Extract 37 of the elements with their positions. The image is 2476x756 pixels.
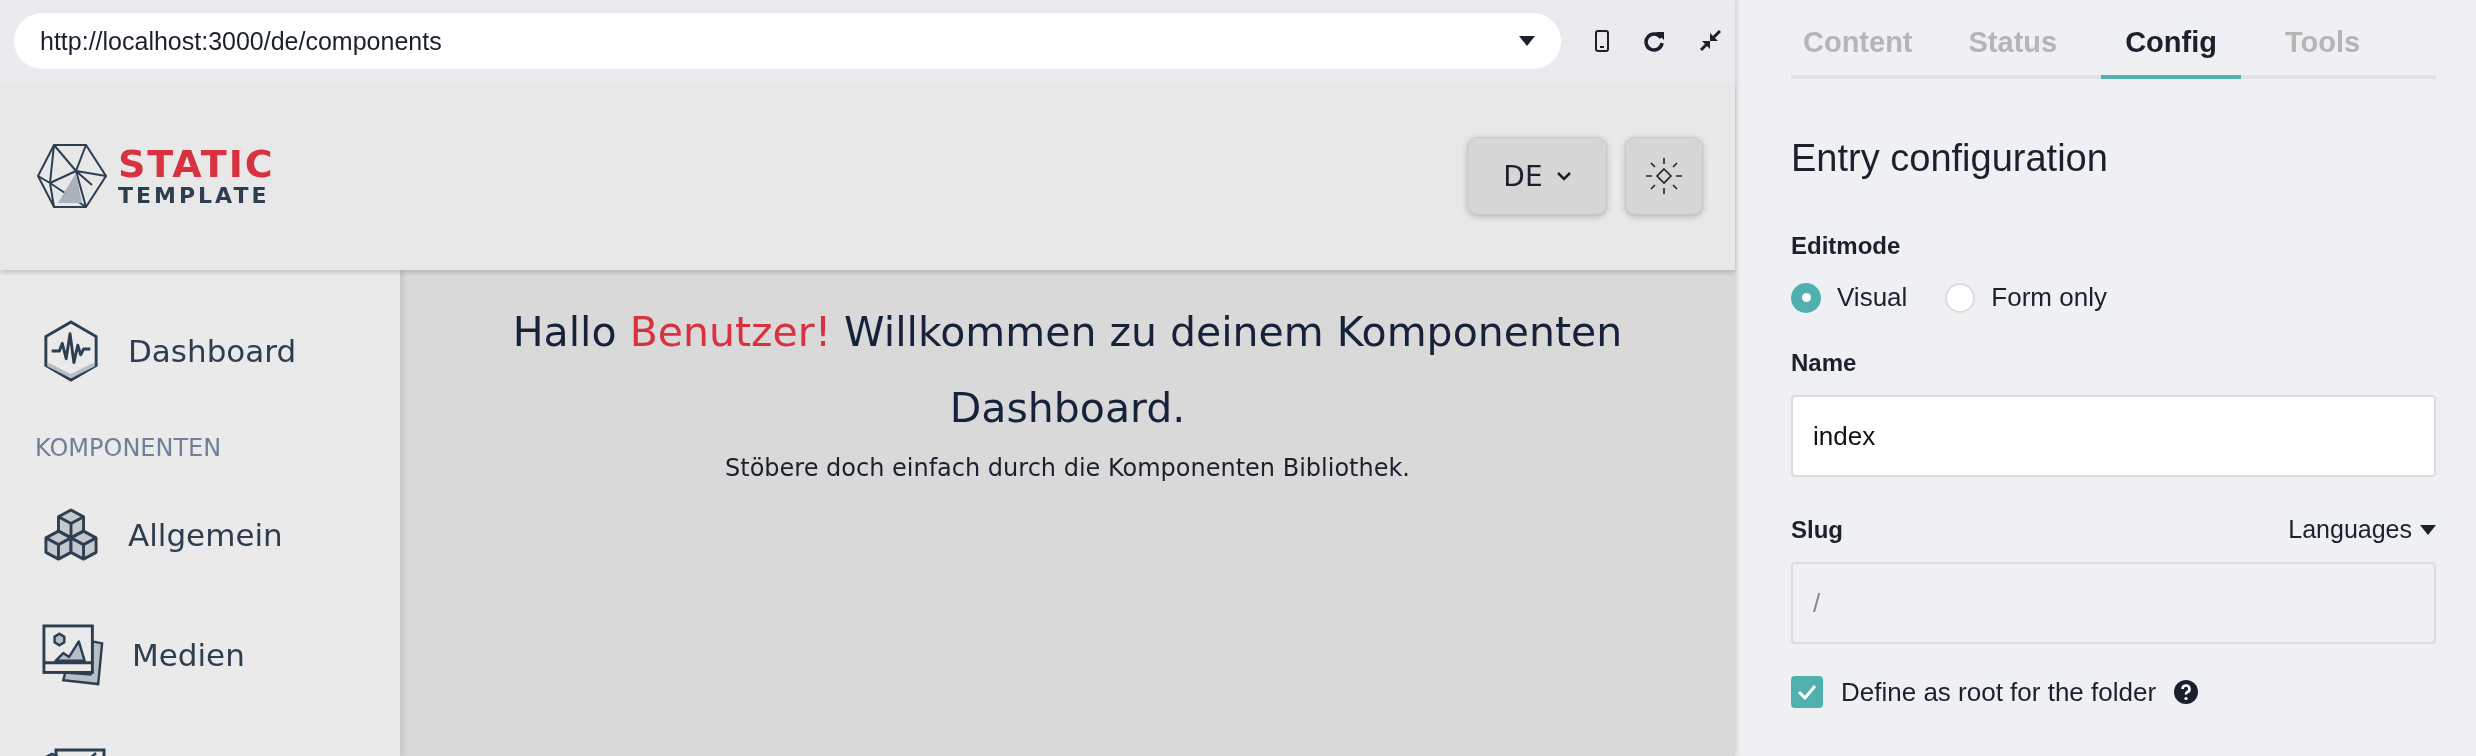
welcome-heading: Hallo Benutzer! Willkommen zu deinem Komponenten Dashboard.	[511, 307, 1624, 434]
panel-title: Entry configuration	[1791, 137, 2109, 180]
check-icon	[1797, 684, 1817, 700]
radio-label: Form only	[1991, 282, 2107, 313]
theme-button[interactable]	[1625, 137, 1703, 215]
field-label: Slug	[1791, 515, 1843, 544]
tab[interactable]: Config	[2101, 26, 2241, 79]
checkbox[interactable]	[1791, 676, 1823, 708]
radio-label: Visual	[1837, 282, 1908, 313]
sidebar-item[interactable]: Allgemein	[128, 517, 283, 553]
help-icon[interactable]	[2174, 680, 2199, 704]
language-button[interactable]: DE	[1467, 137, 1607, 215]
phone-icon[interactable]	[1595, 30, 1609, 52]
cubes-icon	[42, 508, 100, 562]
url-field[interactable]: http://localhost:3000/de/components	[14, 13, 1561, 69]
checkbox-label: Define as root for the folder	[1841, 676, 2157, 708]
slug-field[interactable]: /	[1791, 562, 2436, 644]
dropdown-icon	[1519, 36, 1535, 46]
name-field[interactable]: index	[1791, 395, 2436, 477]
logo-subtitle: TEMPLATE	[118, 185, 271, 207]
welcome-text: Stöbere doch einfach durch die Komponenten Bibliothek.	[724, 454, 1411, 482]
chevron-icon	[1556, 171, 1571, 181]
sidebar-item[interactable]: Medien	[132, 637, 245, 673]
collapse-icon[interactable]	[1699, 30, 1721, 52]
image-icon	[42, 624, 104, 686]
reload-icon[interactable]	[1643, 30, 1665, 52]
pulse-icon	[42, 320, 100, 382]
section-heading: KOMPONENTEN	[34, 434, 223, 462]
logo-icon	[36, 143, 108, 209]
sun-icon	[1644, 156, 1684, 196]
radio-button[interactable]	[1791, 282, 1821, 313]
caret-icon	[2420, 524, 2436, 535]
languages-dropdown[interactable]: Languages	[2288, 515, 2436, 544]
field-label: Name	[1791, 349, 1858, 377]
field-label: Editmode	[1791, 232, 1902, 260]
sidebar-item[interactable]: Dashboard	[128, 333, 297, 369]
logo-text: STATIC	[118, 145, 275, 183]
